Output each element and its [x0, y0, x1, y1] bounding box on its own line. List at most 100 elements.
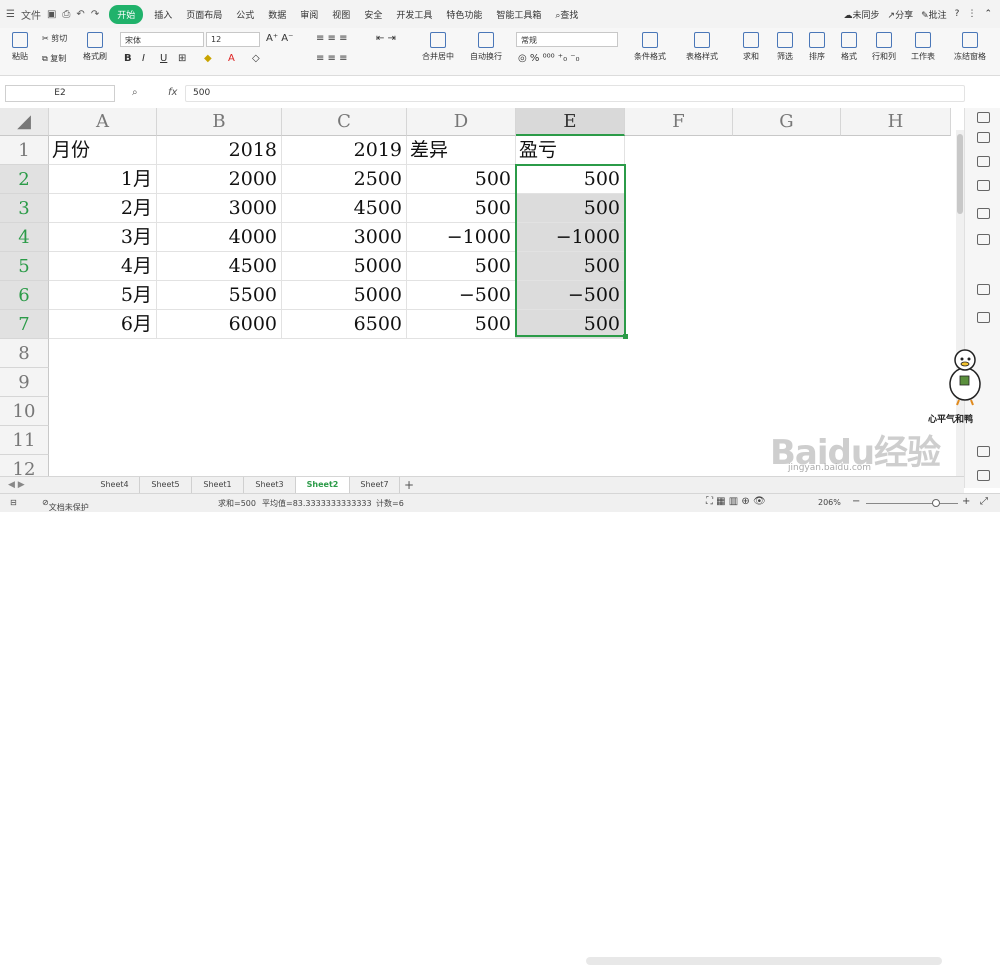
cell[interactable]: 500: [516, 252, 625, 281]
cell[interactable]: 500: [407, 165, 516, 194]
style-icon[interactable]: [977, 156, 990, 167]
font-grow-icon[interactable]: A⁺ A⁻: [266, 33, 293, 44]
help-panel-icon[interactable]: [977, 470, 990, 481]
fx-icon[interactable]: fx: [168, 87, 177, 98]
cell[interactable]: 500: [407, 252, 516, 281]
zoom-slider[interactable]: [866, 503, 958, 504]
cell[interactable]: 5500: [157, 281, 282, 310]
cell[interactable]: 6月: [49, 310, 157, 339]
undo-icon[interactable]: ↶: [76, 9, 84, 20]
cell[interactable]: 500: [516, 165, 625, 194]
cell[interactable]: 5000: [282, 252, 407, 281]
collapse-icon[interactable]: ⌃: [984, 9, 992, 19]
cell[interactable]: 6000: [157, 310, 282, 339]
row-header[interactable]: 5: [0, 252, 49, 281]
search-button[interactable]: ⌕查找: [548, 8, 585, 21]
select-icon[interactable]: [977, 112, 990, 123]
sheet-tab[interactable]: Sheet5: [140, 477, 192, 493]
cell[interactable]: 6500: [282, 310, 407, 339]
name-box[interactable]: E2: [5, 85, 115, 102]
history-icon[interactable]: [977, 446, 990, 457]
table-icon[interactable]: [977, 180, 990, 191]
select-all-corner[interactable]: ◢: [0, 108, 49, 136]
align-top-icon[interactable]: ≡ ≡ ≡: [316, 33, 348, 44]
cell[interactable]: 500: [407, 310, 516, 339]
underline-button[interactable]: U: [160, 53, 167, 64]
number-format-select[interactable]: 常规: [516, 32, 618, 47]
tab-view[interactable]: 视图: [325, 8, 357, 21]
col-header-b[interactable]: B: [157, 108, 282, 136]
sheet-tab[interactable]: Sheet1: [192, 477, 244, 493]
tab-smart-tools[interactable]: 智能工具箱: [489, 8, 548, 21]
cell[interactable]: 2019: [282, 136, 407, 165]
protect-status[interactable]: ⊘ 文档未保护: [42, 498, 89, 512]
cell[interactable]: 5月: [49, 281, 157, 310]
cell[interactable]: 3月: [49, 223, 157, 252]
cell[interactable]: 3000: [157, 194, 282, 223]
cell[interactable]: 500: [516, 310, 625, 339]
tab-page-layout[interactable]: 页面布局: [179, 8, 229, 21]
cell[interactable]: 4500: [157, 252, 282, 281]
tab-nav-icon[interactable]: ◀ ▶: [8, 480, 25, 490]
cell[interactable]: −500: [407, 281, 516, 310]
cell[interactable]: 500: [407, 194, 516, 223]
share-panel-icon[interactable]: [977, 312, 990, 323]
font-color-icon[interactable]: A: [228, 53, 235, 64]
merge-button[interactable]: 合并居中: [414, 32, 462, 62]
zoom-in-icon[interactable]: +: [962, 496, 970, 507]
font-name-select[interactable]: 宋体: [120, 32, 204, 47]
shape-icon[interactable]: [977, 132, 990, 143]
tab-formula[interactable]: 公式: [229, 8, 261, 21]
sheet-tab[interactable]: Sheet7: [350, 477, 400, 493]
macro-icon[interactable]: ⊟: [10, 498, 17, 507]
col-header-h[interactable]: H: [841, 108, 951, 136]
cell[interactable]: 盈亏: [516, 136, 625, 165]
redo-icon[interactable]: ↷: [91, 9, 99, 20]
cond-format-button[interactable]: 条件格式: [626, 32, 674, 62]
cut-button[interactable]: ✂ 剪切: [42, 33, 67, 44]
fullscreen-icon[interactable]: ⤢: [980, 496, 988, 507]
file-menu[interactable]: 文件: [21, 7, 41, 22]
tab-security[interactable]: 安全: [357, 8, 389, 21]
row-header[interactable]: 11: [0, 426, 49, 455]
view-mode-icons[interactable]: ⛶ ▦ ▥ ⊕ 👁: [706, 496, 766, 507]
sheet-tab[interactable]: Sheet4: [90, 477, 140, 493]
cell[interactable]: 1月: [49, 165, 157, 194]
sheet-tab[interactable]: Sheet3: [244, 477, 296, 493]
chart-icon[interactable]: [977, 234, 990, 245]
zoom-level[interactable]: 206%: [818, 498, 841, 507]
italic-button[interactable]: I: [142, 53, 145, 64]
tab-data[interactable]: 数据: [261, 8, 293, 21]
cell[interactable]: 500: [516, 194, 625, 223]
col-header-e[interactable]: E: [516, 108, 625, 136]
zoom-icon[interactable]: ⌕: [132, 87, 138, 98]
row-header[interactable]: 7: [0, 310, 49, 339]
cell[interactable]: 5000: [282, 281, 407, 310]
row-header[interactable]: 3: [0, 194, 49, 223]
row-header[interactable]: 10: [0, 397, 49, 426]
comment-button[interactable]: ✎批注: [921, 8, 947, 21]
help-icon[interactable]: ?: [955, 9, 960, 19]
freeze-button[interactable]: 冻结窗格: [950, 32, 990, 62]
cell[interactable]: 2000: [157, 165, 282, 194]
percent-icon[interactable]: ◎ % ⁰⁰⁰ ⁺₀ ⁻₀: [518, 53, 580, 64]
row-header[interactable]: 8: [0, 339, 49, 368]
sync-button[interactable]: ☁未同步: [844, 8, 880, 21]
row-header[interactable]: 9: [0, 368, 49, 397]
formula-input[interactable]: [185, 85, 965, 102]
row-header[interactable]: 4: [0, 223, 49, 252]
backup-icon[interactable]: [977, 284, 990, 295]
sheet-button[interactable]: 工作表: [908, 32, 938, 62]
tab-home[interactable]: 开始: [109, 4, 144, 24]
zoom-out-icon[interactable]: −: [852, 496, 860, 507]
cell[interactable]: 差异: [407, 136, 516, 165]
row-header[interactable]: 1: [0, 136, 49, 165]
row-header[interactable]: 2: [0, 165, 49, 194]
rowcol-button[interactable]: 行和列: [868, 32, 900, 62]
share-button[interactable]: ↗分享: [888, 8, 914, 21]
sort-button[interactable]: 排序: [804, 32, 830, 62]
menu-icon[interactable]: ☰: [6, 9, 15, 20]
col-header-c[interactable]: C: [282, 108, 407, 136]
sum-button[interactable]: 求和: [738, 32, 764, 62]
clear-icon[interactable]: ◇: [252, 53, 260, 64]
